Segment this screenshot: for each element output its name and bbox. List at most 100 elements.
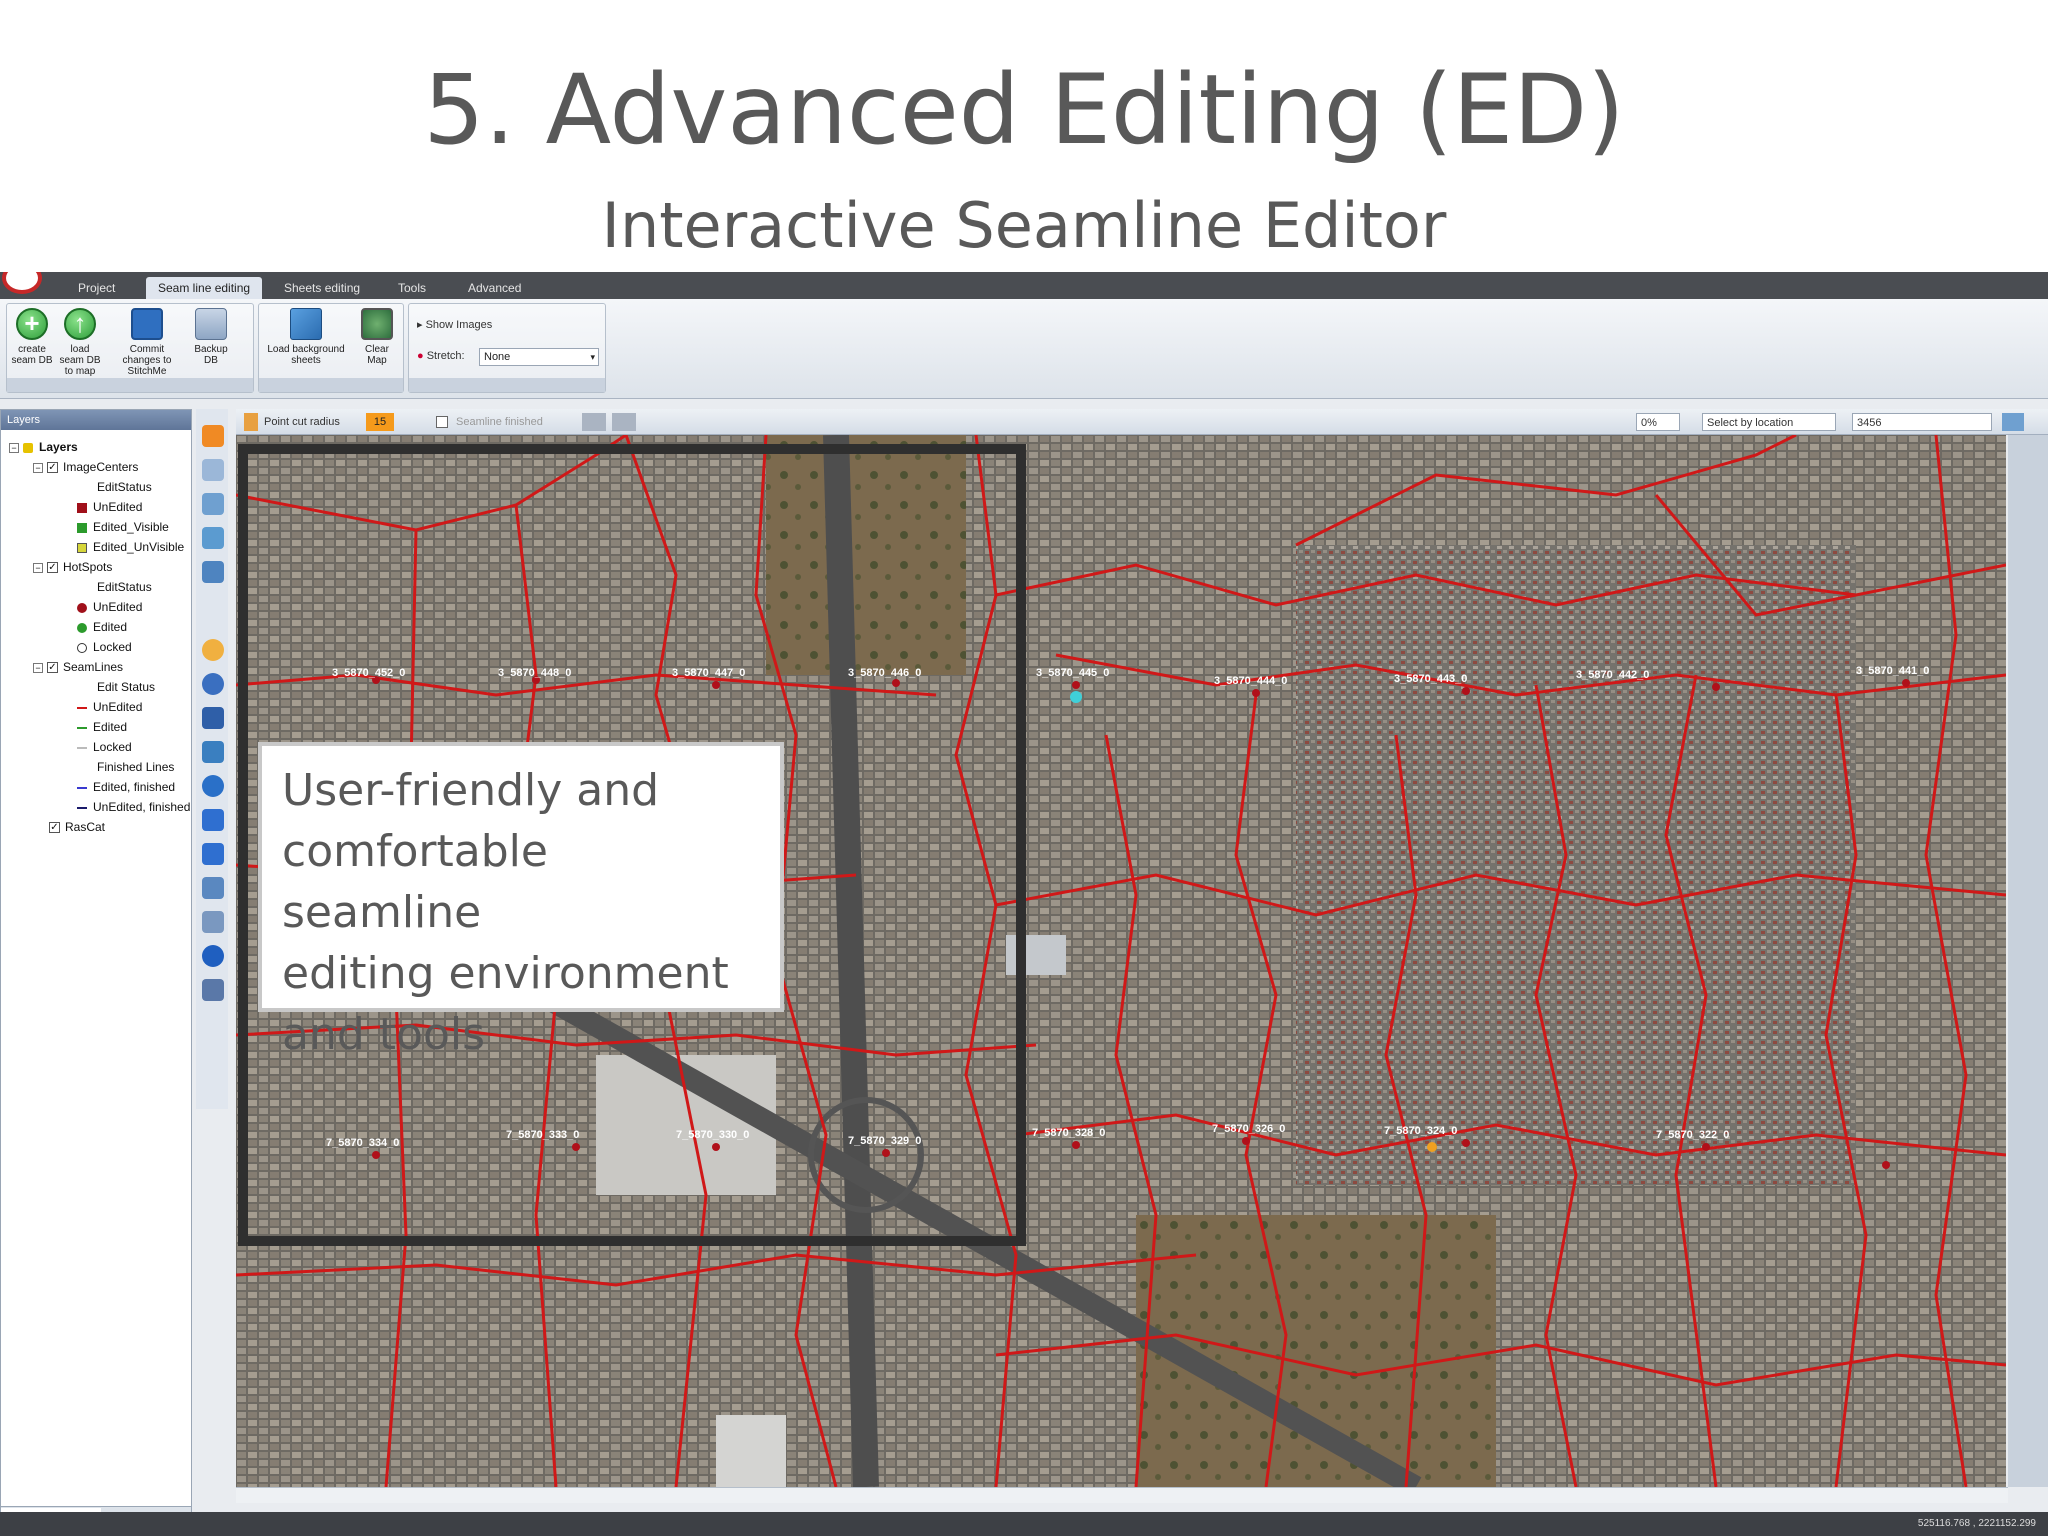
dot-red-icon <box>77 602 87 613</box>
zoom-out-icon[interactable] <box>202 493 224 515</box>
legend-label: Edited_UnVisible <box>93 540 185 554</box>
info-icon[interactable] <box>202 945 224 967</box>
map-horizontal-scrollbar[interactable] <box>236 1487 2008 1503</box>
backup-db-button[interactable]: Backup DB <box>187 308 235 378</box>
tab-seam-line-editing[interactable]: Seam line editing <box>146 277 263 299</box>
add-vertex-icon[interactable] <box>202 673 224 695</box>
opacity-select[interactable]: 0% <box>1636 413 1680 431</box>
callout-line: User-friendly and <box>282 765 660 816</box>
split-icon[interactable] <box>202 707 224 729</box>
create-seam-db-label: create seam DB <box>11 344 53 366</box>
select-mode-dropdown[interactable]: Select by location <box>1702 413 1836 431</box>
square-green-icon <box>77 522 87 533</box>
collapse-icon[interactable]: − <box>9 442 19 453</box>
layer-label: SeamLines <box>63 660 124 674</box>
callout-line: editing environment <box>282 948 729 999</box>
stretch-label-text: Stretch: <box>426 350 465 362</box>
pan-icon[interactable] <box>202 425 224 447</box>
undo-icon[interactable] <box>582 413 606 431</box>
callout-box: User-friendly and comfortable seamline e… <box>258 742 784 1060</box>
layer-legend-heading: Finished Lines <box>97 760 175 774</box>
collapse-icon[interactable]: − <box>33 562 43 573</box>
line-green-icon <box>77 726 87 729</box>
tab-sheets-editing[interactable]: Sheets editing <box>272 277 372 299</box>
layers-panel-header: Layers <box>1 410 191 430</box>
right-side-panel[interactable] <box>2008 435 2048 1487</box>
load-background-sheets-button[interactable]: Load background sheets <box>261 308 351 378</box>
ribbon-group-label <box>259 378 403 392</box>
full-extent-icon[interactable] <box>202 527 224 549</box>
legend-label: Edited <box>93 720 128 734</box>
map-label: 7_5870_324_0 <box>1384 1125 1458 1137</box>
map-label: 7_5870_330_0 <box>676 1129 750 1141</box>
stretch-label: ● Stretch: <box>417 350 465 362</box>
show-images-toggle[interactable]: ▸ Show Images <box>417 318 492 331</box>
legend-item: Edited_UnVisible <box>77 540 184 554</box>
measure-icon[interactable] <box>202 877 224 899</box>
select-features-icon[interactable] <box>202 561 224 583</box>
arrow-right-icon[interactable] <box>202 843 224 865</box>
map-label: 7_5870_322_0 <box>1656 1129 1730 1141</box>
application-menu-button[interactable] <box>2 272 42 294</box>
layer-hotspots[interactable]: − ✓ HotSpots <box>33 560 112 574</box>
map-label: 3_5870_443_0 <box>1394 673 1468 685</box>
line-navy-icon <box>77 806 87 809</box>
load-seam-db-button[interactable]: ↑ load seam DB to map <box>57 308 103 378</box>
seamline-finished-checkbox[interactable] <box>436 416 448 428</box>
globe-icon[interactable] <box>202 775 224 797</box>
map-label: 3_5870_445_0 <box>1036 667 1110 679</box>
layer-checkbox[interactable]: ✓ <box>49 822 60 834</box>
layer-checkbox[interactable]: ✓ <box>47 462 58 474</box>
backup-db-label: Backup DB <box>194 344 228 366</box>
legend-item: UnEdited <box>77 500 142 514</box>
redo-icon[interactable] <box>612 413 636 431</box>
arrow-left-icon[interactable] <box>202 809 224 831</box>
point-cut-radius-input[interactable]: 15 <box>366 413 394 431</box>
tab-tools[interactable]: Tools <box>386 277 438 299</box>
load-background-sheets-label: Load background sheets <box>267 344 345 366</box>
layer-rascat[interactable]: ✓ RasCat <box>49 820 105 834</box>
map-label: 3_5870_452_0 <box>332 667 406 679</box>
stretch-select-value: None <box>484 351 511 363</box>
layer-root[interactable]: − Layers <box>9 440 78 454</box>
commit-changes-button[interactable]: Commit changes to StitchMe <box>115 308 179 378</box>
layer-checkbox[interactable]: ✓ <box>47 662 58 674</box>
id-search-input[interactable]: 3456 <box>1852 413 1992 431</box>
radius-cut-icon <box>244 413 258 431</box>
ribbon-group-properties: ▸ Show Images ● Stretch: None ▾ <box>408 303 606 393</box>
clear-map-label: Clear Map <box>365 344 389 366</box>
go-icon[interactable] <box>2002 413 2024 431</box>
clear-map-button[interactable]: Clear Map <box>355 308 399 378</box>
tab-advanced[interactable]: Advanced <box>456 277 533 299</box>
square-yellow-icon <box>77 542 87 553</box>
edit-seamline-icon[interactable] <box>202 639 224 661</box>
layer-seamlines[interactable]: − ✓ SeamLines <box>33 660 123 674</box>
layer-imagecenters[interactable]: − ✓ ImageCenters <box>33 460 138 474</box>
legend-label: Edited_Visible <box>93 520 169 534</box>
layers-icon <box>23 442 33 453</box>
merge-icon[interactable] <box>202 741 224 763</box>
collapse-icon[interactable]: − <box>33 462 43 473</box>
tab-project[interactable]: Project <box>66 277 127 299</box>
pointer-icon: ▸ <box>417 319 426 331</box>
upload-arrow-icon: ↑ <box>64 308 96 340</box>
find-icon[interactable] <box>202 911 224 933</box>
collapse-icon[interactable]: − <box>33 662 43 673</box>
map-label: 7_5870_326_0 <box>1212 1123 1286 1135</box>
stretch-select[interactable]: None ▾ <box>479 348 599 366</box>
chevron-down-icon: ▾ <box>590 352 595 362</box>
ribbon-group-label <box>7 378 253 392</box>
status-bar: 525116.768 , 2221152.299 <box>0 1512 2048 1536</box>
legend-label: Edited <box>93 620 128 634</box>
create-seam-db-button[interactable]: + create seam DB <box>9 308 55 378</box>
layer-checkbox[interactable]: ✓ <box>47 562 58 574</box>
legend-label: UnEdited <box>93 500 143 514</box>
callout-line: comfortable seamline <box>282 826 548 938</box>
export-icon[interactable] <box>202 979 224 1001</box>
map-label: 3_5870_442_0 <box>1576 669 1650 681</box>
line-red-icon <box>77 706 87 709</box>
zoom-in-icon[interactable] <box>202 459 224 481</box>
ribbon-group-map: Load background sheets Clear Map <box>258 303 404 393</box>
legend-label: UnEdited <box>93 700 143 714</box>
layer-label: HotSpots <box>63 560 113 574</box>
